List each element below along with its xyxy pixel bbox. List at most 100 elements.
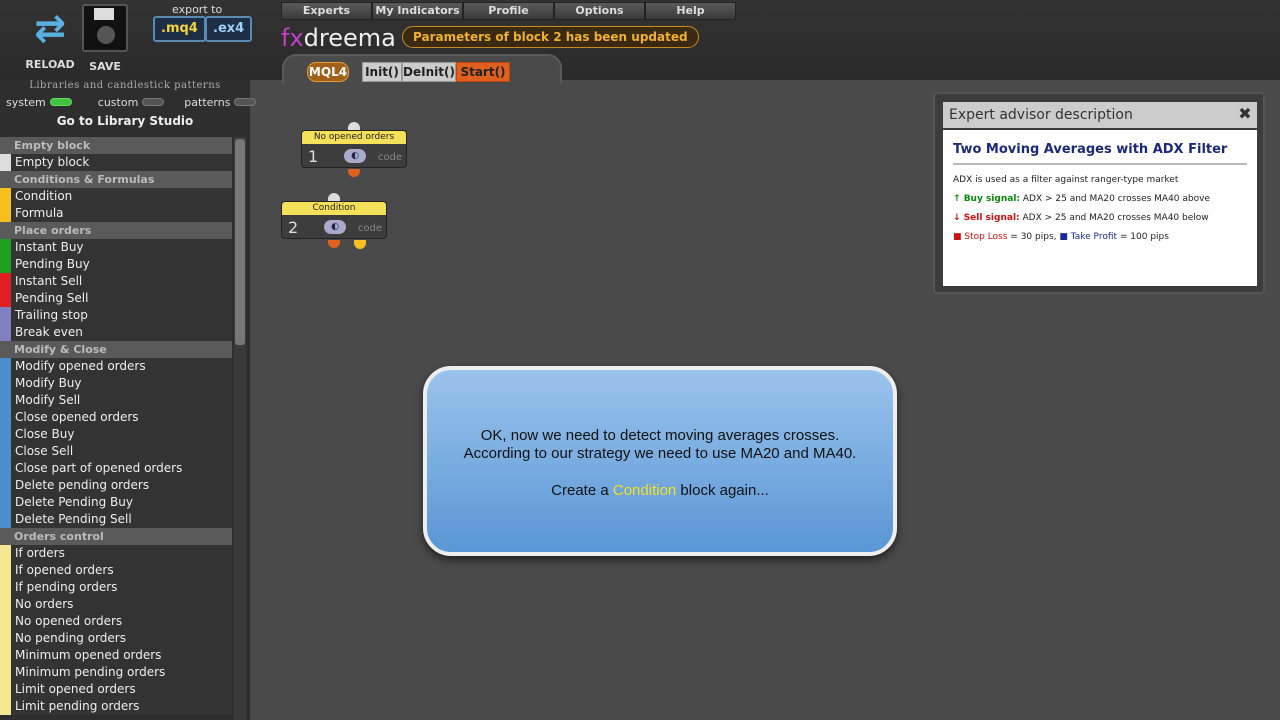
library-item[interactable]: Minimum opened orders	[0, 647, 232, 664]
library-item[interactable]: Close Sell	[0, 443, 232, 460]
top-bar: ⇄ RELOAD SAVE export to .mq4 .ex4 Expert…	[0, 0, 1280, 80]
library-item[interactable]: If orders	[0, 545, 232, 562]
expert-description-panel: Expert advisor description ✖ Two Moving …	[933, 92, 1265, 294]
library-category[interactable]: Conditions & Formulas	[0, 171, 232, 188]
library-item[interactable]: Delete pending orders	[0, 477, 232, 494]
block-input-connector[interactable]	[328, 193, 340, 201]
stops-line: ■ Stop Loss = 30 pips, ■ Take Profit = 1…	[953, 232, 1247, 242]
export-mq4-button[interactable]: .mq4	[153, 16, 206, 42]
block-condition[interactable]: Condition 2 ◐ code	[281, 201, 387, 239]
message-line-2: According to our strategy we need to use…	[463, 445, 857, 462]
library-item[interactable]: Delete Pending Sell	[0, 511, 232, 528]
block-info-icon[interactable]: ◐	[324, 220, 346, 234]
close-icon[interactable]: ✖	[1237, 106, 1253, 122]
library-item[interactable]: Instant Sell	[0, 273, 232, 290]
floppy-disk-icon	[82, 4, 128, 52]
take-profit-text: = 100 pips	[1117, 232, 1169, 242]
block-output-true-connector[interactable]	[354, 240, 366, 249]
export-ex4-button[interactable]: .ex4	[205, 16, 253, 42]
block-code-link[interactable]: code	[378, 152, 402, 163]
reload-icon: ⇄	[34, 6, 66, 50]
take-profit-label: Take Profit	[1070, 232, 1118, 242]
sell-signal-label: Sell signal:	[963, 213, 1020, 223]
toggle-system-switch[interactable]	[49, 98, 72, 106]
logo-fx: fx	[281, 24, 304, 52]
block-code-link[interactable]: code	[358, 223, 382, 234]
library-category[interactable]: Place orders	[0, 222, 232, 239]
tab-init[interactable]: Init()	[362, 62, 402, 82]
library-item[interactable]: Formula	[0, 205, 232, 222]
toggle-patterns-switch[interactable]	[234, 98, 257, 106]
library-category[interactable]: Modify & Close	[0, 341, 232, 358]
library-item[interactable]: Empty block	[0, 154, 232, 171]
library-category[interactable]: Orders control	[0, 528, 232, 545]
down-arrow-icon: ↓	[953, 213, 964, 223]
library-item[interactable]: Pending Sell	[0, 290, 232, 307]
library-item[interactable]: No pending orders	[0, 630, 232, 647]
goto-library-studio-link[interactable]: Go to Library Studio	[0, 112, 250, 130]
toggle-patterns[interactable]: patterns	[184, 96, 257, 109]
block-library-list: Empty block Empty block Conditions & Formu…	[0, 137, 232, 715]
block-output-connector[interactable]	[348, 169, 360, 177]
library-item[interactable]: Close Buy	[0, 426, 232, 443]
library-scrollbar[interactable]	[234, 137, 246, 720]
bullet-icon: ■	[953, 232, 965, 242]
library-item[interactable]: Pending Buy	[0, 256, 232, 273]
block-number: 2	[288, 218, 299, 237]
export-to-label: export to	[172, 3, 223, 16]
toggle-system-label: system	[6, 95, 46, 109]
library-item[interactable]: Limit pending orders	[0, 698, 232, 715]
library-item[interactable]: Delete Pending Buy	[0, 494, 232, 511]
toggle-custom-label: custom	[97, 95, 139, 109]
fxdreema-logo: fxdreema	[281, 24, 396, 52]
block-no-opened-orders[interactable]: No opened orders 1 ◐ code	[301, 130, 407, 168]
toggle-system[interactable]: system	[6, 96, 72, 109]
save-label: SAVE	[89, 60, 121, 73]
library-scroll-thumb[interactable]	[235, 139, 245, 345]
library-item[interactable]: Condition	[0, 188, 232, 205]
library-title: Libraries and candlestick patterns	[29, 80, 221, 91]
stop-loss-label: Stop Loss	[964, 232, 1008, 242]
library-item[interactable]: Modify opened orders	[0, 358, 232, 375]
menu-profile[interactable]: Profile	[463, 2, 554, 20]
reload-button[interactable]: ⇄ RELOAD	[22, 6, 78, 71]
library-item[interactable]: Close opened orders	[0, 409, 232, 426]
library-item[interactable]: Modify Sell	[0, 392, 232, 409]
tab-mql4[interactable]: MQL4	[307, 62, 349, 82]
stop-loss-text: = 30 pips,	[1007, 232, 1060, 242]
block-output-false-connector[interactable]	[328, 240, 340, 248]
message-line-3-pre: Create a	[551, 482, 613, 499]
block-title: Condition	[282, 202, 386, 215]
library-item[interactable]: Modify Buy	[0, 375, 232, 392]
library-item[interactable]: No orders	[0, 596, 232, 613]
save-button[interactable]: SAVE	[80, 4, 130, 73]
description-title: Two Moving Averages with ADX Filter	[953, 142, 1247, 165]
tutorial-message-bubble: OK, now we need to detect moving average…	[423, 366, 897, 556]
toggle-custom[interactable]: custom	[98, 96, 165, 109]
menu-options[interactable]: Options	[554, 2, 645, 20]
library-item[interactable]: Instant Buy	[0, 239, 232, 256]
library-item[interactable]: Close part of opened orders	[0, 460, 232, 477]
block-number: 1	[308, 147, 319, 166]
tab-start[interactable]: Start()	[456, 62, 510, 82]
menu-help[interactable]: Help	[645, 2, 736, 20]
library-item[interactable]: Break even	[0, 324, 232, 341]
library-item[interactable]: Minimum pending orders	[0, 664, 232, 681]
library-item[interactable]: Trailing stop	[0, 307, 232, 324]
description-line: ADX is used as a filter against ranger-t…	[953, 175, 1179, 185]
block-info-icon[interactable]: ◐	[344, 149, 366, 163]
library-toggles: system custom patterns	[0, 92, 257, 112]
block-input-connector[interactable]	[348, 122, 360, 130]
menu-experts[interactable]: Experts	[281, 2, 372, 20]
tab-deinit[interactable]: DeInit()	[402, 62, 456, 82]
library-item[interactable]: Limit opened orders	[0, 681, 232, 698]
toggle-custom-switch[interactable]	[142, 98, 165, 106]
library-item[interactable]: If opened orders	[0, 562, 232, 579]
library-item[interactable]: If pending orders	[0, 579, 232, 596]
library-item[interactable]: No opened orders	[0, 613, 232, 630]
event-tabs: MQL4 Init() DeInit() Start()	[282, 54, 562, 84]
description-header: Expert advisor description ✖	[943, 102, 1257, 128]
menu-my-indicators[interactable]: My Indicators	[372, 2, 463, 20]
library-category[interactable]: Empty block	[0, 137, 232, 154]
buy-signal-label: Buy signal:	[963, 194, 1021, 204]
